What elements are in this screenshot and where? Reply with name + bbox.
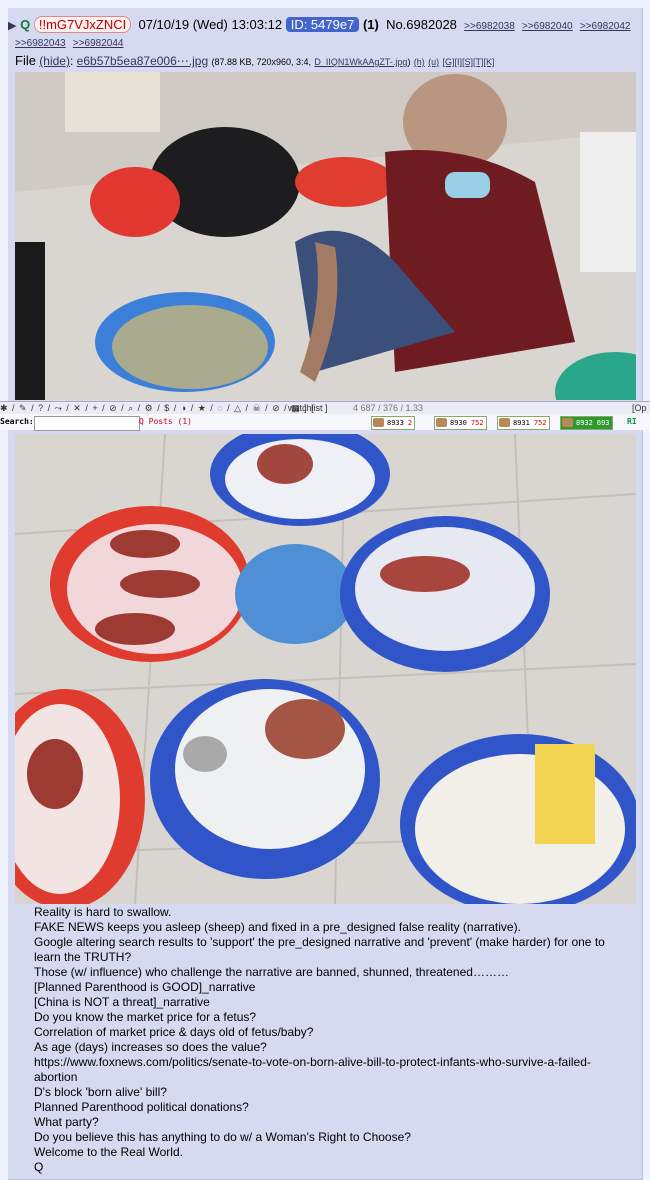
message-line: Reality is hard to swallow.: [34, 905, 172, 919]
poster-name: Q: [20, 17, 31, 32]
file-link-iqdb[interactable]: [I]: [454, 57, 462, 67]
file-link-h[interactable]: (h): [414, 57, 425, 67]
bread-icon: [436, 418, 447, 427]
photo-room-top: [15, 72, 636, 400]
file-link-saucenao[interactable]: [S]: [462, 57, 473, 67]
widget-number: 8931: [513, 419, 530, 427]
post-date: 07/10/19 (Wed) 13:03:12: [138, 17, 283, 32]
file-link-tineye[interactable]: [T]: [473, 57, 484, 67]
message-signature: Q: [34, 1160, 44, 1174]
widget-count: 752: [533, 419, 547, 427]
file-link-google[interactable]: [G]: [442, 57, 454, 67]
message-line: FAKE NEWS keeps you asleep (sheep) and f…: [34, 920, 521, 934]
message-line: Welcome to the Real World.: [34, 1145, 183, 1159]
message-line: As age (days) increases so does the valu…: [34, 1040, 267, 1054]
post-image-top[interactable]: [15, 72, 636, 400]
backlink[interactable]: >>6982040: [522, 21, 573, 32]
widget-number: 8930: [450, 419, 467, 427]
widget-number: 8933: [387, 419, 404, 427]
message-line: Do you know the market price for a fetus…: [34, 1010, 257, 1024]
navigation-toolbar: ✱ / ✎ / ? / ⤳ / ✕ / + / ⊘ / ⌕ / ⚙ / $ / …: [0, 401, 650, 415]
q-posts-filter[interactable]: Q Posts (1): [139, 414, 192, 430]
file-sep: :: [69, 54, 74, 68]
message-line: [Planned Parenthood is GOOD]_narrative: [34, 980, 256, 994]
post-container: ▶ Q !!mG7VJxZNCI 07/10/19 (Wed) 13:03:12…: [0, 8, 650, 1180]
bread-icon: [562, 418, 573, 427]
message-line: Planned Parenthood political donations?: [34, 1100, 249, 1114]
post-image-bottom[interactable]: [15, 434, 636, 904]
message-line: Those (w/ influence) who challenge the n…: [34, 965, 509, 979]
file-meta: (87.88 KB, 720x960, 3:4,: [211, 57, 312, 67]
widget-number: 8932: [576, 419, 593, 427]
post-menu-arrow-icon[interactable]: ▶: [8, 20, 16, 32]
backlink[interactable]: >>6982044: [73, 38, 124, 49]
post-widget[interactable]: 8930 752: [434, 416, 487, 430]
message-line: Correlation of market price & days old o…: [34, 1025, 314, 1039]
file-link-u[interactable]: (u): [428, 57, 439, 67]
tripcode: !!mG7VJxZNCI: [33, 16, 132, 33]
backlink[interactable]: >>6982042: [580, 21, 631, 32]
bread-icon: [499, 418, 510, 427]
post-header-line2: >>6982043 >>6982044: [15, 35, 123, 51]
file-name-link[interactable]: e6b57b5ea87e006⋯.jpg: [77, 54, 208, 68]
message-line: Google altering search results to 'suppo…: [34, 935, 605, 964]
post-widget[interactable]: 8933 2: [371, 416, 416, 430]
file-info: File (hide): e6b57b5ea87e006⋯.jpg (87.88…: [15, 53, 495, 70]
widget-count: 693: [596, 419, 610, 427]
bread-icon: [373, 418, 384, 427]
post-widget[interactable]: 8931 752: [497, 416, 550, 430]
backlink[interactable]: >>6982038: [464, 21, 515, 32]
message-link[interactable]: https://www.foxnews.com/politics/senate-…: [34, 1055, 634, 1085]
file-label: File: [15, 53, 36, 68]
message-line: [China is NOT a threat]_narrative: [34, 995, 210, 1009]
post-number[interactable]: No.6982028: [386, 17, 457, 32]
toolbar-icon-row[interactable]: ✱ / ✎ / ? / ⤳ / ✕ / + / ⊘ / ⌕ / ⚙ / $ / …: [0, 402, 315, 414]
original-filename-link[interactable]: D_IIQN1WkAAgZT-.jpg: [314, 57, 407, 67]
file-link-karma[interactable]: [K]: [484, 57, 495, 67]
search-label: Search:: [0, 417, 34, 426]
search-bar: Search: Q Posts (1) 8933 2 8930 752 8931 75…: [0, 414, 650, 431]
message-line: What party?: [34, 1115, 99, 1129]
photo-room-bottom: [15, 434, 636, 904]
widget-count: 2: [407, 419, 413, 427]
message-line: D's block 'born alive' bill?: [34, 1085, 167, 1099]
message-line: Do you believe this has anything to do w…: [34, 1130, 411, 1144]
poster-post-count: (1): [362, 17, 379, 32]
thread-stats: 4 687 / 376 / 1.33: [353, 403, 424, 413]
search-input[interactable]: [34, 416, 140, 431]
hide-file-link[interactable]: (hide): [39, 54, 70, 68]
options-link[interactable]: [Op: [632, 402, 647, 414]
post-header: ▶ Q !!mG7VJxZNCI 07/10/19 (Wed) 13:03:12…: [8, 16, 642, 36]
file-meta-end: ): [407, 57, 411, 67]
ri-label: RI: [627, 417, 637, 426]
poster-id-badge[interactable]: ID: 5479e7: [285, 17, 360, 32]
widget-count: 752: [470, 419, 484, 427]
watchlist-link[interactable]: watchlist ]: [288, 402, 328, 414]
post-widget-active[interactable]: 8932 693: [560, 416, 613, 430]
post-message: Reality is hard to swallow. FAKE NEWS ke…: [34, 905, 634, 1175]
backlink[interactable]: >>6982043: [15, 38, 66, 49]
